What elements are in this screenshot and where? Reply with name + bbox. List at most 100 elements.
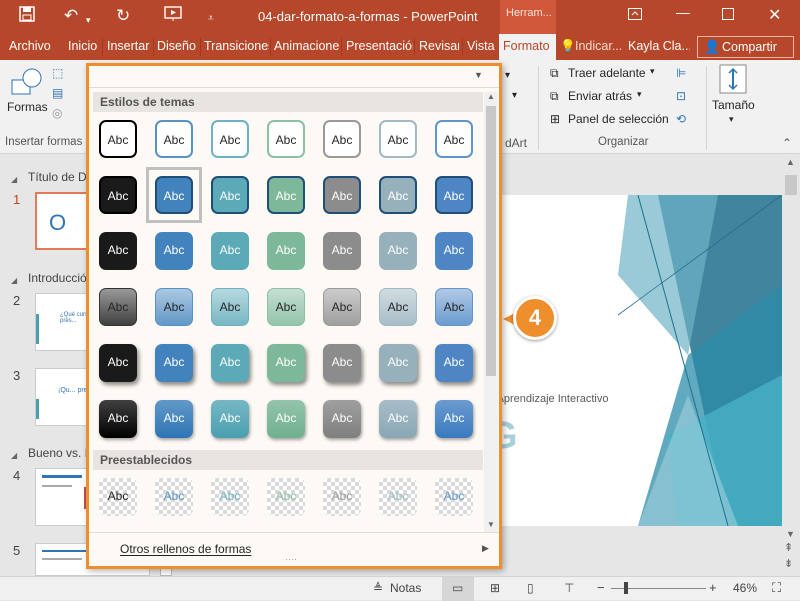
save-icon[interactable]	[19, 6, 35, 27]
shape-style-swatch[interactable]: Abc	[267, 120, 305, 158]
close-icon[interactable]: ✕	[768, 5, 781, 25]
text-box-icon[interactable]: ▤	[52, 86, 63, 100]
tab-vista[interactable]: Vista	[467, 39, 497, 53]
ribbon-display-icon[interactable]	[628, 7, 642, 23]
preset-style-swatch[interactable]: Abc	[155, 478, 193, 516]
customize-qat-icon[interactable]: ⩡	[208, 9, 214, 29]
shape-style-swatch[interactable]: Abc	[435, 120, 473, 158]
preset-style-swatch[interactable]: Abc	[379, 478, 417, 516]
tab-animaciones[interactable]: Animaciones	[274, 39, 339, 53]
tab-insertar[interactable]: Insertar	[107, 39, 152, 53]
shape-style-swatch[interactable]: Abc	[99, 232, 137, 270]
preset-style-swatch[interactable]: Abc	[435, 478, 473, 516]
tab-presentacion[interactable]: Presentación	[346, 39, 413, 53]
zoom-out-icon[interactable]: −	[597, 580, 605, 595]
shape-style-swatch[interactable]: Abc	[435, 288, 473, 326]
slide-scrollbar[interactable]: ▲ ▼ ⇞ ⇟	[782, 155, 800, 576]
gallery-dropdown-icon[interactable]: ▼	[474, 70, 483, 80]
section-collapse-icon[interactable]: ◢	[11, 175, 17, 184]
more-fills-menu-item[interactable]: Otros rellenos de formas	[120, 542, 251, 556]
redo-icon[interactable]: ↻	[116, 6, 130, 26]
tab-formato[interactable]: Formato	[499, 34, 556, 60]
scroll-thumb[interactable]	[785, 175, 797, 195]
tell-me-search[interactable]: Indicar...	[575, 39, 623, 53]
previous-slide-icon[interactable]: ⇞	[784, 541, 793, 554]
shape-style-swatch[interactable]: Abc	[155, 120, 193, 158]
notes-button[interactable]: Notas	[390, 581, 421, 595]
shape-style-swatch[interactable]: Abc	[379, 120, 417, 158]
shape-style-swatch[interactable]: Abc	[379, 176, 417, 214]
preset-style-swatch[interactable]: Abc	[267, 478, 305, 516]
slide-sorter-icon[interactable]: ⊞	[490, 581, 500, 595]
formas-button[interactable]: Formas	[7, 100, 48, 114]
shape-style-swatch[interactable]: Abc	[435, 176, 473, 214]
shape-style-swatch[interactable]: Abc	[267, 344, 305, 382]
slideshow-view-icon[interactable]: ⊤	[564, 581, 574, 595]
chevron-down-icon[interactable]: ▾	[650, 66, 655, 77]
shape-style-swatch[interactable]: Abc	[323, 120, 361, 158]
shape-style-swatch[interactable]: Abc	[267, 288, 305, 326]
resize-grip-icon[interactable]: ····	[285, 554, 297, 564]
align-icon[interactable]: ⊫	[676, 66, 686, 80]
tamano-button[interactable]: Tamaño	[712, 98, 755, 112]
panel-seleccion-button[interactable]: Panel de selección	[568, 112, 669, 126]
next-slide-icon[interactable]: ⇟	[784, 557, 793, 570]
start-slideshow-icon[interactable]	[164, 6, 182, 27]
tab-archivo[interactable]: Archivo	[9, 39, 51, 53]
section-collapse-icon[interactable]: ◢	[11, 451, 17, 460]
maximize-icon[interactable]	[722, 7, 734, 23]
shape-style-swatch[interactable]: Abc	[155, 288, 193, 326]
undo-dropdown-icon[interactable]: ▾	[86, 10, 91, 30]
tab-transiciones[interactable]: Transiciones	[204, 39, 269, 53]
shape-style-swatch[interactable]: Abc	[211, 288, 249, 326]
shape-style-swatch[interactable]: Abc	[99, 176, 137, 214]
shape-style-swatch[interactable]: Abc	[435, 400, 473, 438]
shapes-icon[interactable]	[10, 66, 44, 103]
shape-style-swatch[interactable]: Abc	[379, 232, 417, 270]
tab-inicio[interactable]: Inicio	[68, 39, 97, 53]
traer-adelante-button[interactable]: Traer adelante	[568, 66, 646, 80]
shape-style-swatch[interactable]: Abc	[323, 176, 361, 214]
shape-style-swatch[interactable]: Abc	[99, 400, 137, 438]
shape-style-swatch[interactable]: Abc	[379, 288, 417, 326]
preset-style-swatch[interactable]: Abc	[211, 478, 249, 516]
shape-style-swatch[interactable]: Abc	[379, 344, 417, 382]
shape-style-swatch[interactable]: Abc	[323, 344, 361, 382]
rotate-icon[interactable]: ⟲	[676, 112, 686, 126]
shape-style-swatch[interactable]: Abc	[323, 288, 361, 326]
shape-style-swatch[interactable]: Abc	[211, 232, 249, 270]
preset-style-swatch[interactable]: Abc	[99, 478, 137, 516]
scroll-down-icon[interactable]: ▼	[487, 520, 495, 529]
shape-style-swatch[interactable]: Abc	[211, 176, 249, 214]
shape-style-swatch[interactable]: Abc	[267, 232, 305, 270]
shape-style-swatch[interactable]: Abc	[155, 400, 193, 438]
reading-view-icon[interactable]: ▯	[527, 581, 534, 595]
group-icon[interactable]: ⊡	[676, 89, 686, 103]
shape-style-swatch[interactable]: Abc	[267, 176, 305, 214]
shape-style-swatch[interactable]: Abc	[211, 400, 249, 438]
merge-shapes-icon[interactable]: ◎	[52, 106, 62, 120]
scroll-up-icon[interactable]: ▲	[786, 157, 795, 167]
chevron-down-icon[interactable]: ▾	[637, 89, 642, 100]
zoom-slider-thumb[interactable]	[624, 582, 628, 594]
shape-style-swatch[interactable]: Abc	[379, 400, 417, 438]
section-collapse-icon[interactable]: ◢	[11, 276, 17, 285]
minimize-icon[interactable]: —	[676, 4, 690, 20]
share-button[interactable]: 👤 Compartir	[697, 36, 794, 58]
dropdown-icon[interactable]: ▾	[512, 90, 517, 101]
tab-revisar[interactable]: Revisar	[419, 39, 459, 53]
section-title[interactable]: Introducció	[28, 271, 87, 285]
scroll-up-icon[interactable]: ▲	[487, 92, 495, 101]
dropdown-icon[interactable]: ▾	[505, 70, 510, 81]
shape-style-swatch[interactable]: Abc	[211, 120, 249, 158]
scroll-thumb[interactable]	[486, 106, 496, 376]
notes-icon[interactable]: ≜	[373, 581, 383, 595]
shape-style-swatch[interactable]: Abc	[99, 344, 137, 382]
current-slide[interactable]: e Aprendizaje Interactivo G	[488, 195, 782, 526]
user-name[interactable]: Kayla Cla...	[628, 39, 690, 53]
fit-to-window-icon[interactable]: ⛶	[772, 580, 781, 596]
shape-style-swatch[interactable]: Abc	[323, 400, 361, 438]
shape-style-swatch[interactable]: Abc	[323, 232, 361, 270]
preset-style-swatch[interactable]: Abc	[323, 478, 361, 516]
shape-style-swatch[interactable]: Abc	[435, 344, 473, 382]
